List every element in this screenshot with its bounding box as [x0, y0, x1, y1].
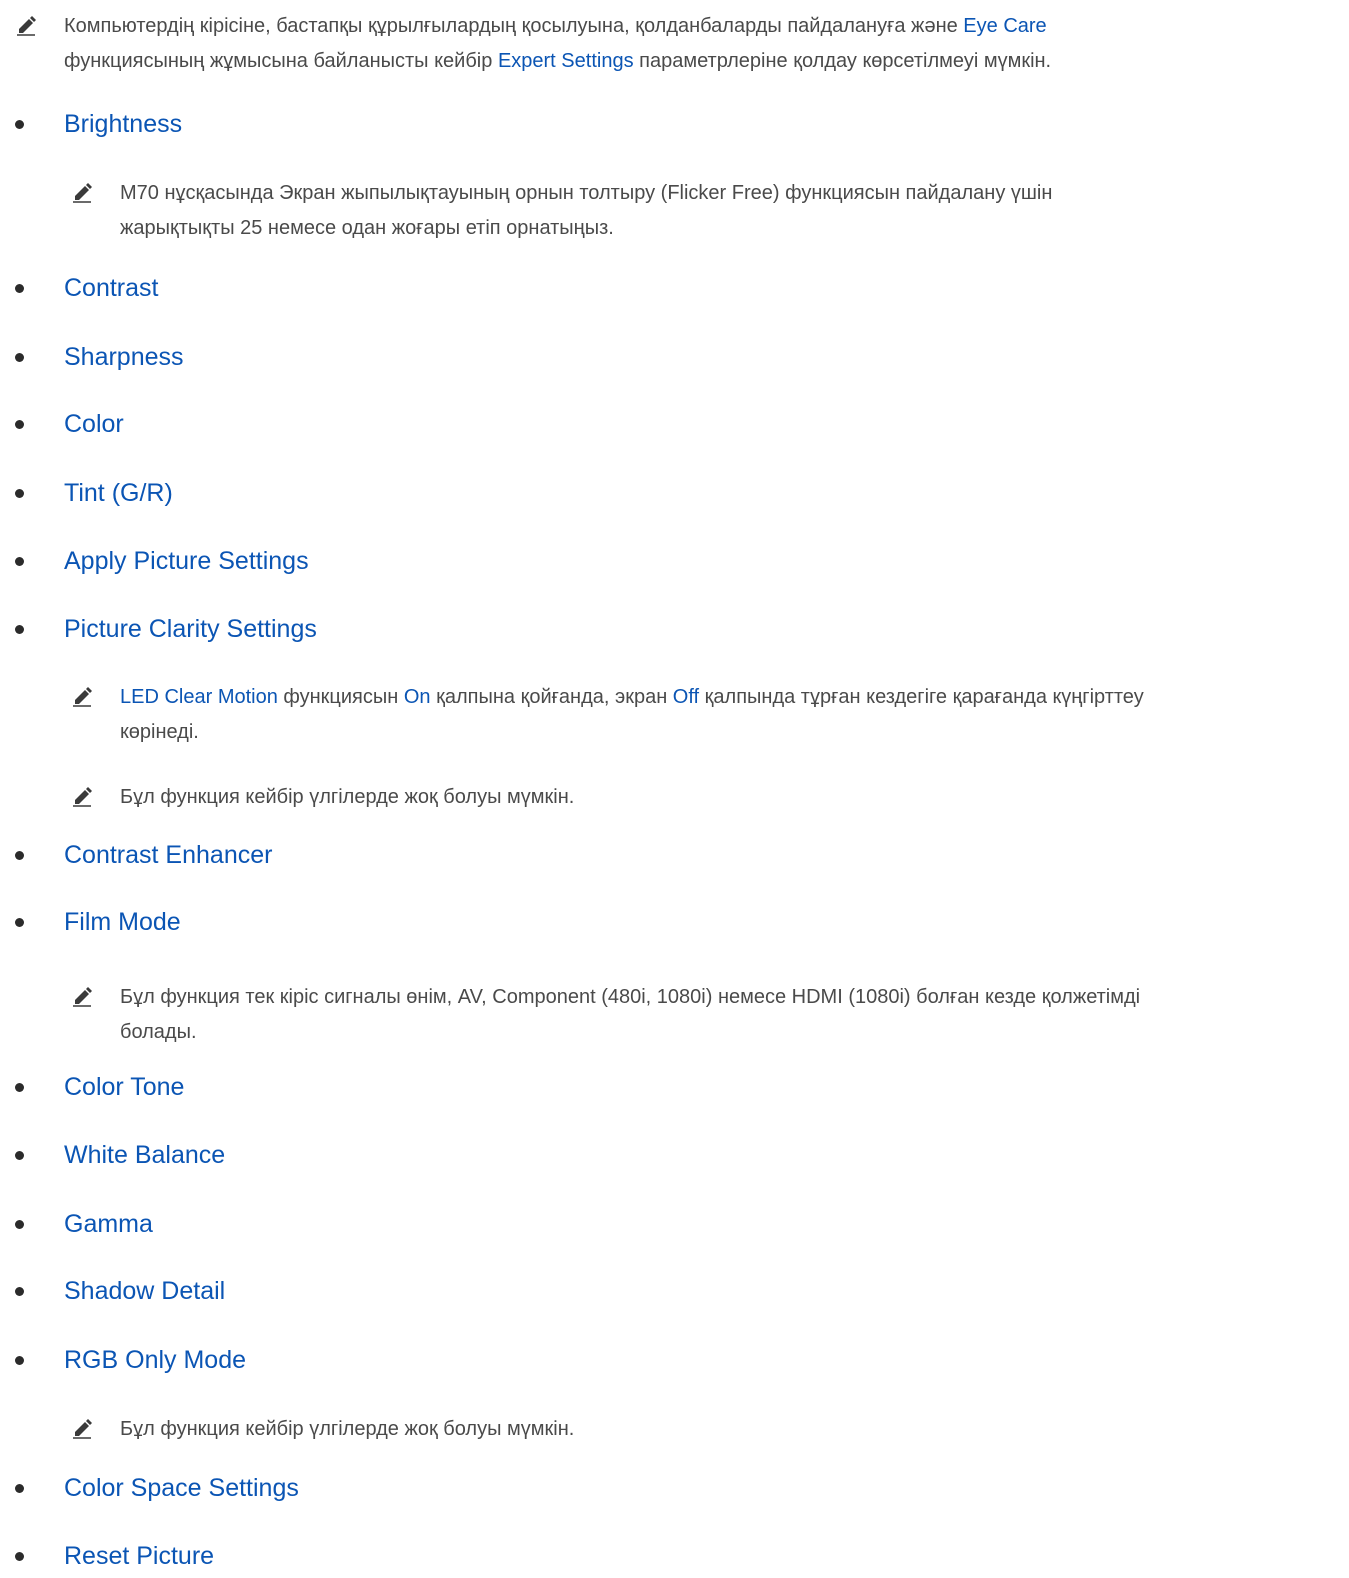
clarity-model-note: Бұл функция кейбір үлгілерде жоқ болуы м…: [72, 780, 1340, 815]
item-label: Sharpness: [64, 343, 184, 371]
pencil-note-icon: [16, 15, 37, 36]
bullet: [15, 1287, 24, 1296]
item-label: Gamma: [64, 1210, 153, 1238]
bullet: [15, 120, 24, 129]
rgb-model-note: Бұл функция кейбір үлгілерде жоқ болуы м…: [72, 1412, 1340, 1447]
bullet: [15, 557, 24, 566]
item-label: Apply Picture Settings: [64, 547, 309, 575]
bullet: [15, 1220, 24, 1229]
pencil-note-icon: [72, 986, 93, 1007]
bullet: [15, 489, 24, 498]
pencil-note-icon: [72, 686, 93, 707]
item-label: Color: [64, 410, 124, 438]
intro-note-line-2: функциясының жұмысына байланысты кейбір …: [64, 50, 1052, 72]
item-label: Contrast: [64, 274, 159, 302]
item-label: Tint (G/R): [64, 479, 173, 507]
pencil-note-icon: [72, 182, 93, 203]
pencil-note-icon: [72, 786, 93, 807]
bullet: [15, 1151, 24, 1160]
on-value: On: [403, 686, 431, 708]
item-label: Film Mode: [64, 908, 181, 936]
item-label: Shadow Detail: [64, 1277, 226, 1305]
bullet: [15, 1356, 24, 1365]
item-label: Reset Picture: [64, 1542, 215, 1570]
bullet: [15, 353, 24, 362]
item-label: RGB Only Mode: [64, 1346, 247, 1374]
bullet: [15, 1484, 24, 1493]
bullet: [15, 1083, 24, 1092]
clarity-led-note: LED Clear Motion функциясын On қалпына қ…: [72, 680, 1345, 750]
pencil-note-icon: [72, 1418, 93, 1439]
item-label: Color Space Settings: [64, 1474, 299, 1502]
bullet: [15, 851, 24, 860]
expert-settings-link: Expert Settings: [497, 50, 634, 72]
led-clear-motion-link: LED Clear Motion: [120, 686, 278, 708]
bullet: [15, 420, 24, 429]
off-value: Off: [672, 686, 700, 708]
bullet: [15, 918, 24, 927]
intro-note: Компьютердің кірісіне, бастапқы құрылғыл…: [16, 9, 1334, 79]
bullet: [15, 1552, 24, 1561]
item-label: Brightness: [64, 110, 183, 138]
brightness-note: M70 нұсқасында Экран жыпылықтауының орны…: [72, 176, 1340, 246]
eye-care-link: Eye Care: [963, 15, 1047, 37]
bullet: [15, 284, 24, 293]
bullet: [15, 625, 24, 634]
item-label: White Balance: [64, 1141, 226, 1169]
intro-note-line-1: Компьютердің кірісіне, бастапқы құрылғыл…: [64, 15, 1047, 37]
film-mode-note: Бұл функция тек кіріс сигналы өнім, AV, …: [72, 980, 1345, 1050]
item-label: Contrast Enhancer: [64, 841, 273, 869]
item-label: Picture Clarity Settings: [64, 615, 317, 643]
item-label: Color Tone: [64, 1073, 185, 1101]
